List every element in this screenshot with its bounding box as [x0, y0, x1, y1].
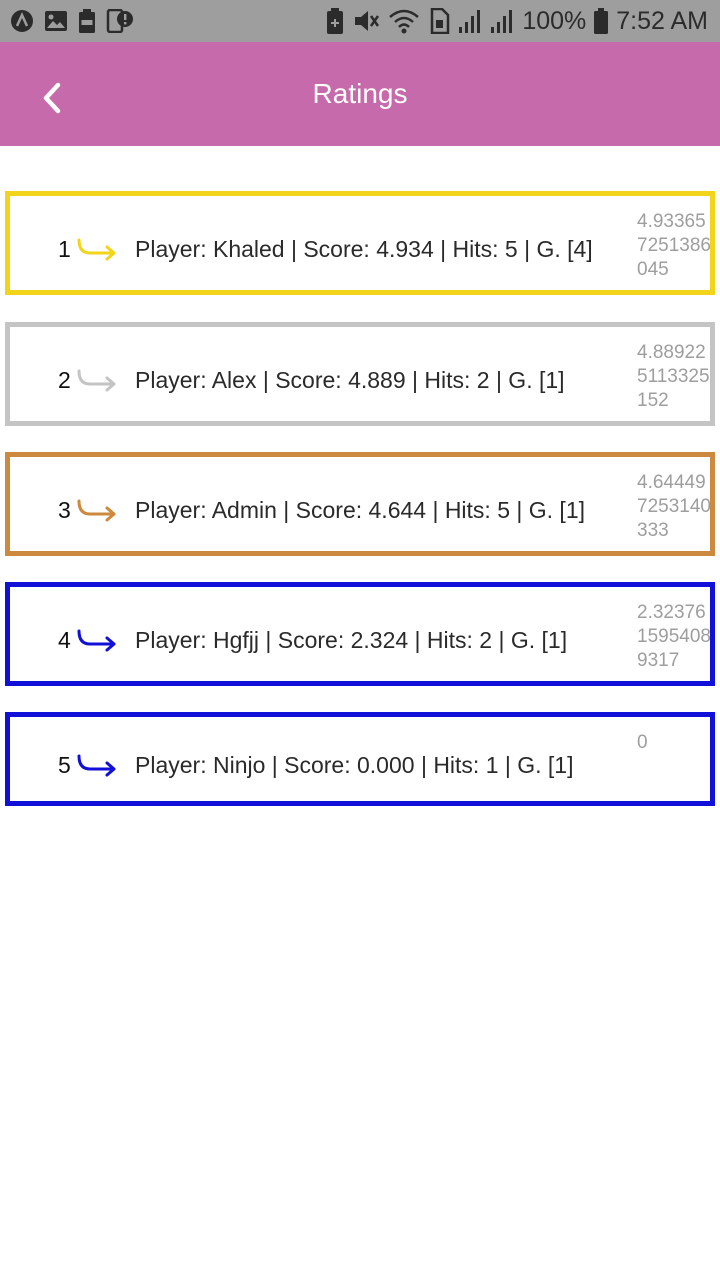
sim-icon — [428, 8, 450, 34]
signal-icon — [458, 9, 482, 33]
raw-score: 0 — [637, 732, 648, 753]
raw-score: 4.889225113325152 — [637, 342, 710, 411]
rating-card[interactable]: 5 Player: Ninjo | Score: 0.000 | Hits: 1… — [5, 712, 715, 806]
player-summary: Player: Admin | Score: 4.644 | Hits: 5 |… — [135, 497, 586, 523]
image-icon — [44, 10, 68, 32]
rank-number: 4 — [58, 627, 71, 653]
turn-right-arrow-icon — [76, 237, 118, 261]
battery-100-icon — [78, 9, 96, 33]
device-alert-icon — [106, 9, 134, 33]
player-summary: Player: Hgfjj | Score: 2.324 | Hits: 2 |… — [135, 627, 568, 653]
rating-card[interactable]: 1 Player: Khaled | Score: 4.934 | Hits: … — [5, 191, 715, 295]
rank-number: 5 — [58, 752, 71, 778]
turn-right-arrow-icon — [76, 498, 118, 522]
vibrate-off-icon — [352, 8, 380, 34]
wifi-icon — [388, 8, 420, 34]
battery-icon — [594, 8, 609, 34]
player-summary: Player: Khaled | Score: 4.934 | Hits: 5 … — [135, 236, 593, 262]
status-right-icons: 100% 7:52 AM — [326, 6, 708, 36]
status-bar: 100% 7:52 AM — [0, 0, 720, 42]
rating-card[interactable]: 2 Player: Alex | Score: 4.889 | Hits: 2 … — [5, 322, 715, 426]
status-left-icons — [10, 8, 134, 34]
raw-score: 4.933657251386045 — [637, 211, 711, 280]
app-logo-icon — [10, 9, 34, 33]
clock: 7:52 AM — [616, 6, 708, 35]
raw-score: 4.644497253140333 — [637, 472, 711, 541]
raw-score: 2.3237615954089317 — [637, 602, 711, 671]
turn-right-arrow-icon — [76, 628, 118, 652]
player-summary: Player: Ninjo | Score: 0.000 | Hits: 1 |… — [135, 752, 574, 778]
signal-icon — [490, 9, 514, 33]
page-title: Ratings — [312, 78, 408, 109]
rank-number: 3 — [58, 497, 71, 523]
battery-saver-icon — [326, 8, 344, 34]
app-bar: Ratings — [0, 42, 720, 146]
player-summary: Player: Alex | Score: 4.889 | Hits: 2 | … — [135, 367, 565, 393]
battery-percent: 100% — [522, 6, 587, 35]
rating-card[interactable]: 4 Player: Hgfjj | Score: 2.324 | Hits: 2… — [5, 582, 715, 686]
rank-number: 1 — [58, 236, 71, 262]
turn-right-arrow-icon — [76, 368, 118, 392]
turn-right-arrow-icon — [76, 753, 118, 777]
rating-card[interactable]: 3 Player: Admin | Score: 4.644 | Hits: 5… — [5, 452, 715, 556]
rank-number: 2 — [58, 367, 71, 393]
